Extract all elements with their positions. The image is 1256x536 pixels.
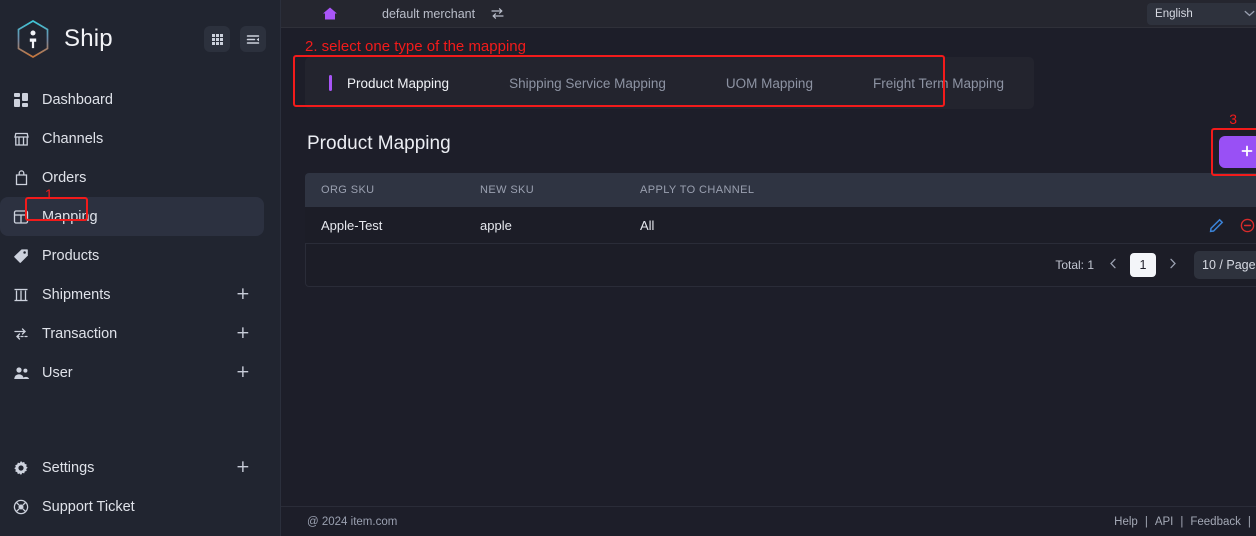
tab-product-mapping[interactable]: Product Mapping <box>317 76 479 91</box>
footer-link-api[interactable]: API <box>1155 516 1174 528</box>
footer: @ 2024 item.com Help | API | Feedback | … <box>281 506 1256 536</box>
footer-separator: | <box>1144 515 1148 528</box>
footer-link-help[interactable]: Help <box>1114 516 1138 528</box>
user-group-icon <box>12 364 30 382</box>
support-lifebuoy-icon <box>12 498 30 516</box>
per-page-select[interactable]: 10 / Page <box>1194 251 1256 279</box>
expand-icon[interactable]: + <box>236 364 250 381</box>
delete-circle-minus-icon[interactable] <box>1240 218 1255 233</box>
sidebar-item-label: Orders <box>42 169 87 186</box>
merchant-name: default merchant <box>382 6 476 21</box>
tab-freight-term-mapping[interactable]: Freight Term Mapping <box>843 76 1034 91</box>
column-header-new-sku: NEW SKU <box>480 184 535 196</box>
topbar: default merchant English R2 <box>281 0 1256 28</box>
pagination-total: Total: 1 <box>1055 258 1095 272</box>
mapping-grid-icon <box>12 208 30 226</box>
column-header-org-sku: ORG SKU <box>321 184 375 196</box>
sidebar-item-products[interactable]: Products <box>0 236 264 275</box>
sidebar-nav: Dashboard Channels Orders Mapping Produc… <box>0 78 280 392</box>
sidebar-item-shipments[interactable]: Shipments + <box>0 275 264 314</box>
pagination: Total: 1 1 10 / Page <box>305 244 1256 287</box>
table-header-row: ORG SKU NEW SKU APPLY TO CHANNEL <box>305 173 1256 207</box>
cell-new-sku: apple <box>480 217 512 233</box>
hexagon-person-logo-icon <box>12 18 54 60</box>
main-area: default merchant English R2 <box>281 0 1256 536</box>
orders-bag-icon <box>12 169 30 187</box>
per-page-value: 10 / Page <box>1202 258 1256 272</box>
cell-apply-to-channel: All <box>640 217 655 233</box>
footer-copyright: @ 2024 item.com <box>307 515 398 528</box>
sidebar-item-support-ticket[interactable]: Support Ticket <box>0 487 264 526</box>
mapping-tabs: Product Mapping Shipping Service Mapping… <box>305 57 1035 109</box>
annotation-text-2: 2. select one type of the mapping <box>305 38 526 55</box>
edit-pencil-icon[interactable] <box>1209 218 1224 233</box>
sidebar-item-label: Dashboard <box>42 91 113 108</box>
shipments-icon <box>12 286 30 304</box>
sidebar-item-label: Products <box>42 247 100 264</box>
sidebar-item-label: Settings <box>42 459 95 476</box>
products-tag-icon <box>12 247 30 265</box>
expand-icon[interactable]: + <box>236 325 250 342</box>
sidebar-item-transaction[interactable]: Transaction + <box>0 314 264 353</box>
chevron-down-icon <box>1244 8 1255 20</box>
home-icon[interactable] <box>321 5 338 22</box>
sidebar-item-label: Transaction <box>42 325 118 342</box>
language-select[interactable]: English <box>1147 2 1256 25</box>
chevron-right-icon[interactable] <box>1165 258 1181 272</box>
sidebar-item-label: Support Ticket <box>42 498 135 515</box>
language-value: English <box>1155 7 1193 20</box>
column-header-apply-to-channel: APPLY TO CHANNEL <box>640 184 755 196</box>
apps-grid-icon[interactable] <box>204 26 230 52</box>
expand-icon[interactable]: + <box>236 286 250 303</box>
channels-store-icon <box>12 130 30 148</box>
sidebar-item-mapping[interactable]: Mapping <box>0 197 264 236</box>
tab-label: Product Mapping <box>347 75 450 91</box>
tab-uom-mapping[interactable]: UOM Mapping <box>696 76 843 91</box>
cell-actions <box>1209 218 1256 233</box>
dashboard-icon <box>12 91 30 109</box>
footer-link-feedback[interactable]: Feedback <box>1190 516 1241 528</box>
brand-name: Ship <box>64 25 113 52</box>
tab-shipping-service-mapping[interactable]: Shipping Service Mapping <box>479 76 696 91</box>
footer-links: Help | API | Feedback | Download <box>1114 516 1256 528</box>
chevron-left-icon[interactable] <box>1105 258 1121 272</box>
table-row: Apple-Test apple All <box>305 207 1256 244</box>
sidebar: Ship Dashboard Channels Orders Mapping P… <box>0 0 281 536</box>
sidebar-item-user[interactable]: User + <box>0 353 264 392</box>
tab-label: Shipping Service Mapping <box>509 75 666 91</box>
page-title: Product Mapping <box>307 133 451 154</box>
sidebar-bottom-nav: Settings + Support Ticket <box>0 448 280 536</box>
app-root: Ship Dashboard Channels Orders Mapping P… <box>0 0 1256 536</box>
sidebar-item-channels[interactable]: Channels <box>0 119 264 158</box>
sidebar-item-label: Mapping <box>42 208 98 225</box>
gear-icon <box>12 459 30 477</box>
add-button[interactable]: Add <box>1219 136 1256 168</box>
transaction-arrows-icon <box>12 325 30 343</box>
plus-icon <box>1241 145 1253 160</box>
annotation-number-3: 3 <box>1229 111 1238 127</box>
sidebar-item-orders[interactable]: Orders <box>0 158 264 197</box>
content-area: 2. select one type of the mapping Produc… <box>281 28 1256 506</box>
sidebar-item-settings[interactable]: Settings + <box>0 448 264 487</box>
tab-label: Freight Term Mapping <box>872 75 1005 91</box>
sidebar-item-dashboard[interactable]: Dashboard <box>0 80 264 119</box>
expand-icon[interactable]: + <box>236 459 250 476</box>
sidebar-item-label: Shipments <box>42 286 111 303</box>
topbar-right: English R2 <box>1147 2 1256 25</box>
swap-merchant-icon[interactable] <box>490 7 506 21</box>
pagination-page-1[interactable]: 1 <box>1130 253 1157 277</box>
cell-org-sku: Apple-Test <box>321 217 383 233</box>
sidebar-item-label: User <box>42 364 73 381</box>
annotation-number-1: 1 <box>45 186 53 202</box>
tab-label: UOM Mapping <box>725 75 813 91</box>
sidebar-item-label: Channels <box>42 130 104 147</box>
collapse-menu-icon[interactable] <box>240 26 266 52</box>
mapping-table: ORG SKU NEW SKU APPLY TO CHANNEL Apple-T… <box>305 173 1256 287</box>
footer-separator: | <box>1180 515 1184 528</box>
footer-separator: | <box>1247 515 1251 528</box>
brand-row: Ship <box>0 0 280 78</box>
